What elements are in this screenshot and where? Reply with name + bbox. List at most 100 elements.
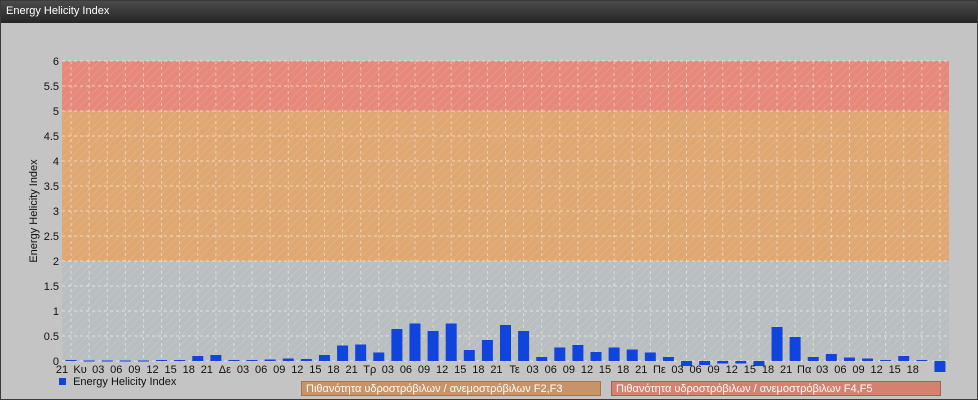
x-tick-label: 15 [744, 364, 756, 376]
bar[interactable] [789, 337, 801, 361]
x-tick-label: 09 [273, 364, 285, 376]
x-tick-label: 18 [327, 364, 339, 376]
x-tick-label: 21 [56, 364, 68, 376]
y-tick-label: 4.5 [44, 131, 59, 143]
y-tick-label: 6 [53, 56, 59, 68]
bar[interactable] [137, 360, 149, 362]
x-tick-label: 15 [164, 364, 176, 376]
x-tick-label: Πε [653, 364, 666, 376]
bar[interactable] [807, 357, 819, 361]
x-tick-label: 12 [870, 364, 882, 376]
x-tick-label: 09 [852, 364, 864, 376]
bar[interactable] [825, 354, 837, 361]
bar[interactable] [156, 360, 168, 361]
bar[interactable] [318, 355, 330, 361]
bar[interactable] [391, 329, 403, 361]
bar[interactable] [554, 347, 566, 362]
x-tick-label: 09 [708, 364, 720, 376]
bar[interactable] [210, 355, 222, 361]
bar[interactable] [862, 358, 874, 362]
x-tick-label: 21 [780, 364, 792, 376]
bar[interactable] [427, 331, 439, 361]
x-tick-labels: 21 Κυ 03 06 09 12 15 18 21 Δε 03 06 09 12 15 18 21 Τρ 03 06… [56, 364, 919, 376]
ehi-chart: 00.511.522.533.544.555.56 21 Κυ 03 06 09 12 15… [28, 56, 949, 376]
x-tick-label: Τρ [363, 364, 376, 376]
bar[interactable] [590, 352, 602, 361]
bar[interactable] [65, 360, 77, 361]
x-tick-label: 12 [436, 364, 448, 376]
x-tick-label: 09 [418, 364, 430, 376]
y-tick-label: 3.5 [44, 181, 59, 193]
x-tick-label: Κυ [73, 364, 86, 376]
y-tick-label: 2.5 [44, 231, 59, 243]
x-tick-label: 09 [563, 364, 575, 376]
bar[interactable] [355, 344, 367, 362]
x-tick-label: Δε [219, 364, 231, 376]
bar[interactable] [626, 349, 638, 362]
y-tick-label: 1 [53, 306, 59, 318]
bar[interactable] [174, 360, 186, 361]
x-tick-label: 18 [472, 364, 484, 376]
bar[interactable] [192, 356, 204, 361]
bar[interactable] [83, 360, 95, 362]
bar[interactable] [119, 360, 131, 362]
y-tick-labels: 00.511.522.533.544.555.56 [44, 56, 59, 368]
bar[interactable] [934, 361, 946, 372]
bar[interactable] [300, 359, 312, 361]
window-title: Energy Helicity Index [6, 5, 110, 17]
x-tick-label: 21 [635, 364, 647, 376]
x-tick-label: 18 [762, 364, 774, 376]
x-tick-label: 06 [255, 364, 267, 376]
band-legend-f4f5[interactable]: Πιθανότητα υδροστρόβιλων / ανεμοστρόβιλω… [611, 381, 941, 396]
x-tick-label: 06 [834, 364, 846, 376]
y-tick-label: 5.5 [44, 81, 59, 93]
bar[interactable] [481, 340, 493, 361]
series-legend[interactable]: Energy Helicity Index [59, 376, 176, 388]
bar[interactable] [409, 323, 421, 362]
bar[interactable] [282, 358, 294, 362]
x-tick-label: 06 [545, 364, 557, 376]
bar[interactable] [916, 360, 928, 361]
bar[interactable] [771, 327, 783, 361]
x-tick-label: 06 [689, 364, 701, 376]
x-tick-label: Πα [797, 364, 812, 376]
bar[interactable] [264, 359, 276, 362]
series-swatch [59, 378, 66, 385]
bar[interactable] [843, 357, 855, 362]
y-tick-label: 2 [53, 256, 59, 268]
x-tick-label: 15 [889, 364, 901, 376]
x-tick-label: 12 [581, 364, 593, 376]
bar[interactable] [373, 352, 385, 362]
chart-widget: Energy Helicity Index 0 0.5 1 1.5 2 2.5 3 3.5 4 4… [0, 0, 978, 400]
title-bar: Energy Helicity Index [1, 1, 977, 23]
bar[interactable] [898, 356, 910, 361]
x-tick-label: 18 [183, 364, 195, 376]
x-tick-label: 03 [237, 364, 249, 376]
bar[interactable] [228, 360, 240, 361]
bar[interactable] [608, 347, 620, 362]
bar[interactable] [337, 345, 349, 362]
bar[interactable] [101, 360, 113, 362]
bar[interactable] [445, 323, 457, 362]
x-tick-label: 06 [400, 364, 412, 376]
bar[interactable] [644, 352, 656, 362]
y-tick-label: 1.5 [44, 281, 59, 293]
series-legend-label: Energy Helicity Index [73, 376, 177, 388]
band-legend-f2f3[interactable]: Πιθανότητα υδροστρόβιλων / ανεμοστρόβιλω… [301, 381, 601, 396]
x-tick-label: 18 [617, 364, 629, 376]
bar[interactable] [463, 350, 475, 361]
bar[interactable] [500, 325, 511, 361]
y-tick-label: 4 [53, 156, 59, 168]
bar[interactable] [518, 331, 530, 361]
bar[interactable] [572, 345, 584, 361]
x-tick-label: 21 [201, 364, 213, 376]
bar[interactable] [246, 360, 258, 361]
bar[interactable] [880, 360, 892, 361]
x-tick-label: 21 [490, 364, 502, 376]
x-tick-label: 09 [128, 364, 140, 376]
x-tick-label: 15 [454, 364, 466, 376]
bar[interactable] [662, 357, 674, 361]
bar[interactable] [536, 357, 548, 361]
x-tick-label: 21 [346, 364, 358, 376]
x-tick-label: 18 [907, 364, 919, 376]
